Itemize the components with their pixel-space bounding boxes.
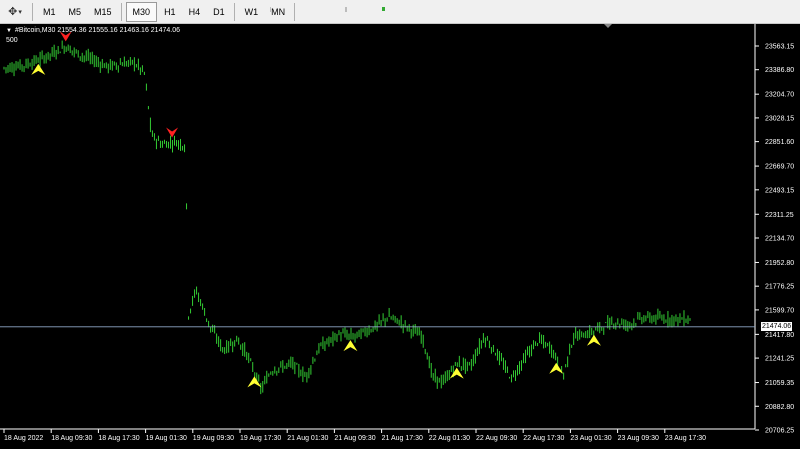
timeframe-button-d1[interactable]: D1 xyxy=(207,2,231,22)
y-tick-label: 23204.70 xyxy=(765,92,794,99)
y-tick-label: 23386.80 xyxy=(765,67,794,74)
y-tick-label: 23563.15 xyxy=(765,44,794,51)
y-tick-label: 22311.25 xyxy=(765,212,794,219)
y-tick-label: 22669.70 xyxy=(765,164,794,171)
toolbar-separator xyxy=(32,2,33,21)
chart-shift-marker xyxy=(604,24,612,28)
chart-sub-label: 500 xyxy=(6,37,18,44)
y-tick-label: 21417.80 xyxy=(765,332,794,339)
y-tick-label: 21059.35 xyxy=(765,380,794,387)
buy-signal-arrow xyxy=(247,376,262,388)
candlestick-chart[interactable]: 23563.15 23386.80 23204.70 23028.15 22851.60… xyxy=(0,24,800,449)
x-tick-label: 23 Aug 09:30 xyxy=(618,435,659,442)
x-tick-label: 23 Aug 17:30 xyxy=(665,435,706,442)
x-tick-label: 19 Aug 09:30 xyxy=(193,435,234,442)
buy-signal-arrow xyxy=(586,334,601,346)
timeframe-button-m15[interactable]: M15 xyxy=(88,2,118,22)
y-tick-label: 21952.80 xyxy=(765,260,794,267)
timeframe-button-m30[interactable]: M30 xyxy=(125,1,158,22)
y-tick-label: 21241.25 xyxy=(765,356,794,363)
x-tick-label: 18 Aug 09:30 xyxy=(51,435,92,442)
chart-header-text: #Bitcoin,M30 21554.36 21555.16 21463.16 … xyxy=(14,27,180,34)
x-tick-label: 18 Aug 2022 xyxy=(4,435,43,442)
collapse-triangle-icon[interactable]: ▼ xyxy=(6,28,12,34)
y-tick-label: 22851.60 xyxy=(765,139,794,146)
timeframe-button-h1[interactable]: H1 xyxy=(158,2,182,22)
chart-tools-dropdown[interactable]: ✥ ▾ xyxy=(1,2,29,22)
chart-header: ▼ #Bitcoin,M30 21554.36 21555.16 21463.16… xyxy=(6,27,180,34)
toolbar-marks xyxy=(269,0,400,12)
current-price-tag: 21474.06 xyxy=(761,322,793,332)
x-tick-label: 22 Aug 01:30 xyxy=(429,435,470,442)
y-tick-label: 21776.25 xyxy=(765,284,794,291)
chart-area[interactable]: 23563.15 23386.80 23204.70 23028.15 22851.60… xyxy=(0,24,800,449)
timeframe-buttons: M1 M5 M15 M30 H1 H4 D1 W1 MN xyxy=(36,1,291,22)
y-tick-label: 20706.25 xyxy=(765,428,794,435)
x-tick-label: 23 Aug 01:30 xyxy=(570,435,611,442)
y-tick-label: 22134.70 xyxy=(765,236,794,243)
timeframe-button-w1[interactable]: W1 xyxy=(239,2,265,22)
x-tick-label: 22 Aug 09:30 xyxy=(476,435,517,442)
x-tick-label: 19 Aug 17:30 xyxy=(240,435,281,442)
tools-icon: ✥ xyxy=(8,6,18,18)
timeframe-button-m5[interactable]: M5 xyxy=(63,2,88,22)
timeframe-button-m1[interactable]: M1 xyxy=(37,2,62,22)
chevron-down-icon: ▾ xyxy=(18,8,22,16)
y-tick-label: 21599.70 xyxy=(765,307,794,314)
x-tick-label: 18 Aug 17:30 xyxy=(98,435,139,442)
timeframe-toolbar: ✥ ▾ M1 M5 M15 M30 H1 H4 D1 W1 MN xyxy=(0,0,800,24)
y-tick-label: 22493.15 xyxy=(765,187,794,194)
timeframe-button-h4[interactable]: H4 xyxy=(183,2,207,22)
x-tick-label: 19 Aug 01:30 xyxy=(146,435,187,442)
x-tick-label: 22 Aug 17:30 xyxy=(523,435,564,442)
sell-signal-arrow xyxy=(166,127,179,138)
toolbar-separator xyxy=(120,2,122,21)
toolbar-separator xyxy=(233,2,235,21)
x-tick-label: 21 Aug 01:30 xyxy=(287,435,328,442)
y-tick-label: 23028.15 xyxy=(765,115,794,122)
y-tick-label: 20882.80 xyxy=(765,404,794,411)
x-tick-label: 21 Aug 17:30 xyxy=(382,435,423,442)
x-tick-label: 21 Aug 09:30 xyxy=(334,435,375,442)
buy-signal-arrow xyxy=(31,63,46,75)
toolbar-green-marker xyxy=(382,7,385,11)
